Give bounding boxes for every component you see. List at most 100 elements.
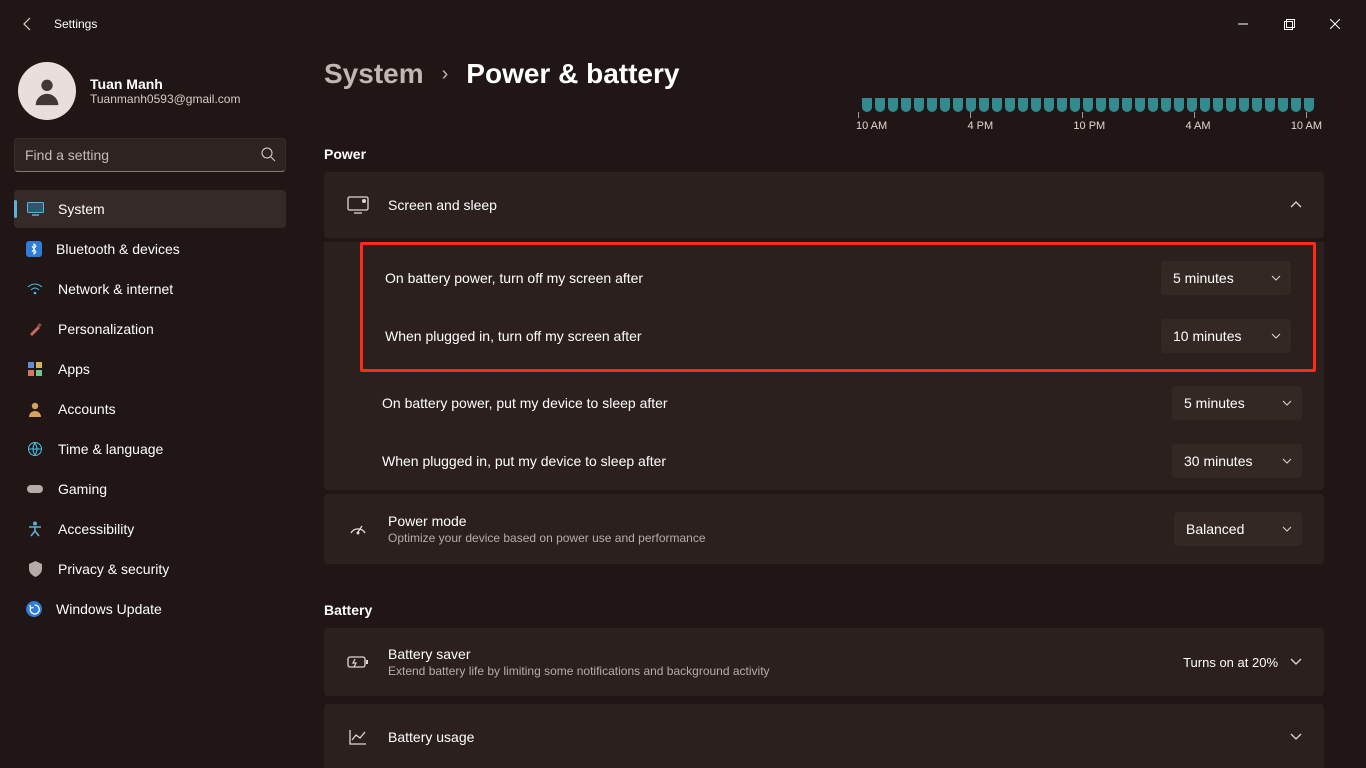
chevron-down-icon xyxy=(1282,526,1292,532)
nav-label: Accessibility xyxy=(58,521,134,537)
chevron-down-icon xyxy=(1271,333,1281,339)
user-name: Tuan Manh xyxy=(90,76,240,92)
battery-saver-icon xyxy=(346,655,370,669)
card-title: Battery saver xyxy=(388,646,770,662)
card-title: Battery usage xyxy=(388,729,474,745)
nav-label: Time & language xyxy=(58,441,163,457)
setting-label: On battery power, turn off my screen aft… xyxy=(385,270,643,286)
chevron-up-icon xyxy=(1290,201,1302,209)
nav-label: Privacy & security xyxy=(58,561,169,577)
sidebar: Tuan Manh Tuanmanh0593@gmail.com System xyxy=(0,48,300,768)
nav-label: Apps xyxy=(58,361,90,377)
avatar xyxy=(18,62,76,120)
card-row-battery-saver[interactable]: Battery saver Extend battery life by lim… xyxy=(324,628,1324,696)
dropdown-value: 10 minutes xyxy=(1173,328,1241,344)
bluetooth-icon xyxy=(26,241,42,257)
globe-clock-icon xyxy=(26,440,44,458)
nav-item-accounts[interactable]: Accounts xyxy=(14,390,286,428)
nav-item-gaming[interactable]: Gaming xyxy=(14,470,286,508)
battery-level-chart[interactable]: 10 AM 4 PM 10 PM 4 AM 10 AM xyxy=(324,98,1324,132)
paintbrush-icon xyxy=(26,320,44,338)
chart-label: 10 PM xyxy=(1073,120,1105,132)
setting-row-screen-off-plugged: When plugged in, turn off my screen afte… xyxy=(363,307,1313,365)
nav-item-system[interactable]: System xyxy=(14,190,286,228)
battery-saver-status: Turns on at 20% xyxy=(1183,655,1278,670)
screen-sleep-expanded: On battery power, turn off my screen aft… xyxy=(324,242,1324,490)
breadcrumb-leaf: Power & battery xyxy=(466,58,679,90)
chart-label: 10 AM xyxy=(856,120,887,132)
card-header-screen-sleep[interactable]: Screen and sleep xyxy=(324,172,1324,238)
setting-row-sleep-plugged: When plugged in, put my device to sleep … xyxy=(324,432,1324,490)
minimize-button[interactable] xyxy=(1220,8,1266,40)
dropdown-sleep-plugged[interactable]: 30 minutes xyxy=(1172,444,1302,478)
maximize-button[interactable] xyxy=(1266,8,1312,40)
power-mode-icon xyxy=(346,521,370,537)
chevron-down-icon xyxy=(1271,275,1281,281)
nav-item-accessibility[interactable]: Accessibility xyxy=(14,510,286,548)
person-icon xyxy=(26,400,44,418)
nav-label: Personalization xyxy=(58,321,154,337)
breadcrumb-root[interactable]: System xyxy=(324,58,424,90)
card-title: Power mode xyxy=(388,513,706,529)
accessibility-icon xyxy=(26,520,44,538)
nav-label: System xyxy=(58,201,105,217)
dropdown-value: 30 minutes xyxy=(1184,453,1252,469)
nav-item-privacy[interactable]: Privacy & security xyxy=(14,550,286,588)
card-row-power-mode[interactable]: Power mode Optimize your device based on… xyxy=(324,494,1324,564)
nav-label: Windows Update xyxy=(56,601,162,617)
close-button[interactable] xyxy=(1312,8,1358,40)
screen-sleep-icon xyxy=(346,196,370,214)
search-input[interactable] xyxy=(14,138,286,172)
breadcrumb: System › Power & battery xyxy=(324,58,1324,90)
card-subtitle: Optimize your device based on power use … xyxy=(388,531,706,545)
apps-icon xyxy=(26,360,44,378)
section-heading-battery: Battery xyxy=(324,602,1324,618)
monitor-icon xyxy=(26,200,44,218)
gamepad-icon xyxy=(26,480,44,498)
card-row-battery-usage[interactable]: Battery usage xyxy=(324,704,1324,768)
titlebar: Settings xyxy=(0,0,1366,48)
search-icon xyxy=(260,146,276,162)
chevron-down-icon xyxy=(1290,733,1302,741)
dropdown-sleep-battery[interactable]: 5 minutes xyxy=(1172,386,1302,420)
update-icon xyxy=(26,601,42,617)
wifi-icon xyxy=(26,280,44,298)
setting-label: On battery power, put my device to sleep… xyxy=(382,395,668,411)
dropdown-value: 5 minutes xyxy=(1184,395,1245,411)
card-title: Screen and sleep xyxy=(388,197,497,213)
card-subtitle: Extend battery life by limiting some not… xyxy=(388,664,770,678)
dropdown-screen-off-battery[interactable]: 5 minutes xyxy=(1161,261,1291,295)
chart-label: 4 AM xyxy=(1185,120,1210,132)
nav-item-windows-update[interactable]: Windows Update xyxy=(14,590,286,628)
nav-item-bluetooth[interactable]: Bluetooth & devices xyxy=(14,230,286,268)
dropdown-value: Balanced xyxy=(1186,521,1244,537)
card-power-mode: Power mode Optimize your device based on… xyxy=(324,494,1324,564)
setting-label: When plugged in, turn off my screen afte… xyxy=(385,328,642,344)
nav-list: System Bluetooth & devices Network & int… xyxy=(14,190,286,628)
section-heading-power: Power xyxy=(324,146,1324,162)
dropdown-screen-off-plugged[interactable]: 10 minutes xyxy=(1161,319,1291,353)
chevron-down-icon xyxy=(1282,458,1292,464)
nav-item-apps[interactable]: Apps xyxy=(14,350,286,388)
chevron-down-icon xyxy=(1290,658,1302,666)
back-button[interactable] xyxy=(8,4,48,44)
window-controls xyxy=(1220,8,1358,40)
user-profile[interactable]: Tuan Manh Tuanmanh0593@gmail.com xyxy=(18,62,286,120)
chevron-down-icon xyxy=(1282,400,1292,406)
nav-label: Bluetooth & devices xyxy=(56,241,180,257)
card-battery-saver: Battery saver Extend battery life by lim… xyxy=(324,628,1324,696)
main-content: System › Power & battery xyxy=(300,48,1366,768)
user-email: Tuanmanh0593@gmail.com xyxy=(90,92,240,106)
search-box xyxy=(14,138,286,172)
nav-item-time[interactable]: Time & language xyxy=(14,430,286,468)
card-battery-usage: Battery usage xyxy=(324,704,1324,768)
chart-icon xyxy=(346,728,370,746)
highlighted-region: On battery power, turn off my screen aft… xyxy=(360,242,1316,372)
chevron-right-icon: › xyxy=(442,63,449,86)
chart-label: 4 PM xyxy=(967,120,993,132)
nav-label: Accounts xyxy=(58,401,116,417)
nav-item-personalization[interactable]: Personalization xyxy=(14,310,286,348)
shield-icon xyxy=(26,560,44,578)
dropdown-power-mode[interactable]: Balanced xyxy=(1174,512,1302,546)
nav-item-network[interactable]: Network & internet xyxy=(14,270,286,308)
